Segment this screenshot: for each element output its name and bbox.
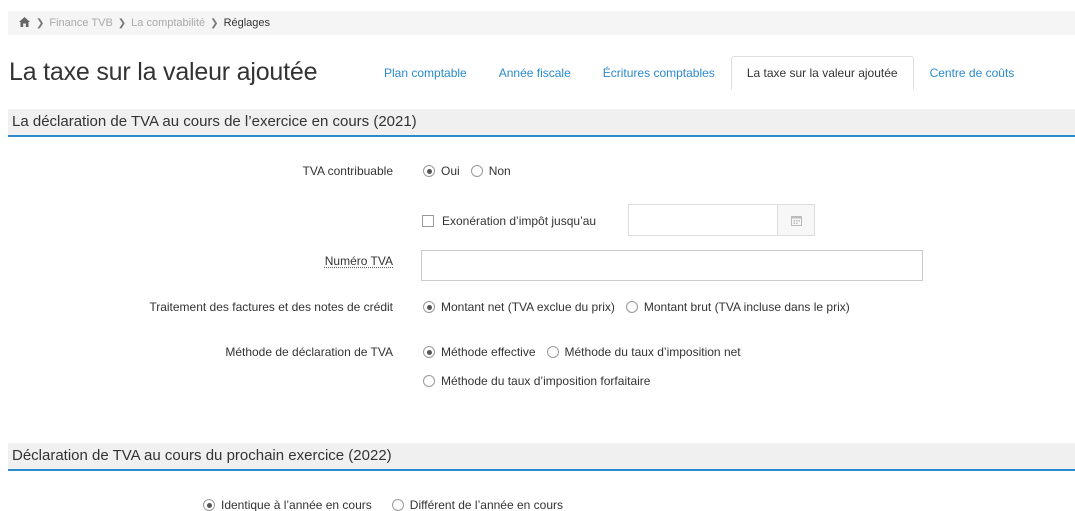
tva-contribuable-label: TVA contribuable [302, 164, 394, 178]
radio-option-taux-net[interactable]: Méthode du taux d’imposition net [546, 345, 741, 359]
methode-label: Méthode de déclaration de TVA [225, 345, 393, 359]
radio-label: Méthode du taux d’imposition net [564, 345, 741, 359]
home-icon[interactable] [19, 16, 31, 30]
radio-button[interactable] [546, 346, 559, 358]
radio-button[interactable] [423, 165, 435, 177]
radio-option-oui[interactable]: Oui [423, 164, 460, 178]
breadcrumb-link-comptabilite[interactable]: La comptabilité [131, 17, 205, 29]
radio-option-taux-forfaitaire[interactable]: Méthode du taux d’imposition forfaitaire [423, 374, 650, 388]
traitement-radio-group: Montant net (TVA exclue du prix) Montant… [423, 300, 861, 314]
next-year-radio-group: Identique à l’année en cours Différent d… [203, 498, 574, 511]
chevron-right-icon: ❯ [117, 17, 127, 29]
exoneration-checkbox[interactable] [422, 215, 434, 227]
radio-button[interactable] [470, 165, 483, 177]
radio-option-non[interactable]: Non [470, 164, 511, 178]
radio-button[interactable] [203, 499, 215, 511]
radio-button[interactable] [423, 301, 435, 313]
page-title: La taxe sur la valeur ajoutée [9, 58, 318, 86]
tab-ecritures-comptables[interactable]: Écritures comptables [587, 56, 731, 90]
section-header-next-year: Déclaration de TVA au cours du prochain … [8, 443, 1075, 471]
numero-tva-label: Numéro TVA [324, 254, 393, 268]
exoneration-checkbox-row[interactable]: Exonération d’impôt jusqu’au [422, 214, 596, 228]
numero-tva-input[interactable] [421, 250, 923, 281]
radio-button[interactable] [423, 375, 435, 387]
radio-label: Montant brut (TVA incluse dans le prix) [643, 300, 850, 314]
tab-tva[interactable]: La taxe sur la valeur ajoutée [730, 56, 914, 90]
breadcrumb-link-finance[interactable]: Finance TVB [49, 17, 112, 29]
radio-button[interactable] [391, 499, 404, 511]
tab-plan-comptable[interactable]: Plan comptable [368, 56, 483, 90]
chevron-right-icon: ❯ [36, 17, 45, 29]
breadcrumb: ❯ Finance TVB ❯ La comptabilité ❯ Réglag… [8, 11, 1075, 35]
breadcrumb-current: Réglages [223, 17, 271, 29]
radio-label: Identique à l’année en cours [221, 498, 372, 511]
methode-radio-group-row2: Méthode du taux d’imposition forfaitaire [423, 374, 661, 388]
radio-option-identique[interactable]: Identique à l’année en cours [203, 498, 372, 511]
calendar-icon[interactable] [778, 205, 814, 235]
radio-label: Différent de l’année en cours [409, 498, 563, 511]
radio-label: Méthode du taux d’imposition forfaitaire [441, 374, 651, 388]
radio-label: Oui [441, 164, 460, 178]
methode-radio-group-row1: Méthode effective Méthode du taux d’impo… [423, 345, 752, 359]
radio-option-methode-effective[interactable]: Méthode effective [423, 345, 536, 359]
radio-option-different[interactable]: Différent de l’année en cours [391, 498, 563, 511]
date-field[interactable] [629, 205, 778, 235]
tab-centre-de-couts[interactable]: Centre de coûts [914, 56, 1031, 90]
radio-label: Méthode effective [441, 345, 536, 359]
radio-button[interactable] [625, 301, 638, 313]
traitement-label: Traitement des factures et des notes de … [149, 300, 393, 314]
chevron-right-icon: ❯ [210, 17, 219, 29]
tva-contribuable-radio-group: Oui Non [423, 164, 522, 178]
section-header-current-year: La déclaration de TVA au cours de l’exer… [8, 109, 1075, 137]
radio-option-montant-net[interactable]: Montant net (TVA exclue du prix) [423, 300, 615, 314]
exoneration-label: Exonération d’impôt jusqu’au [442, 214, 597, 228]
tab-bar: Plan comptable Année fiscale Écritures c… [368, 56, 1030, 90]
radio-label: Montant net (TVA exclue du prix) [441, 300, 615, 314]
exoneration-date-input[interactable] [628, 204, 815, 236]
radio-label: Non [488, 164, 511, 178]
radio-button[interactable] [423, 346, 435, 358]
tab-annee-fiscale[interactable]: Année fiscale [483, 56, 587, 90]
radio-option-montant-brut[interactable]: Montant brut (TVA incluse dans le prix) [625, 300, 850, 314]
